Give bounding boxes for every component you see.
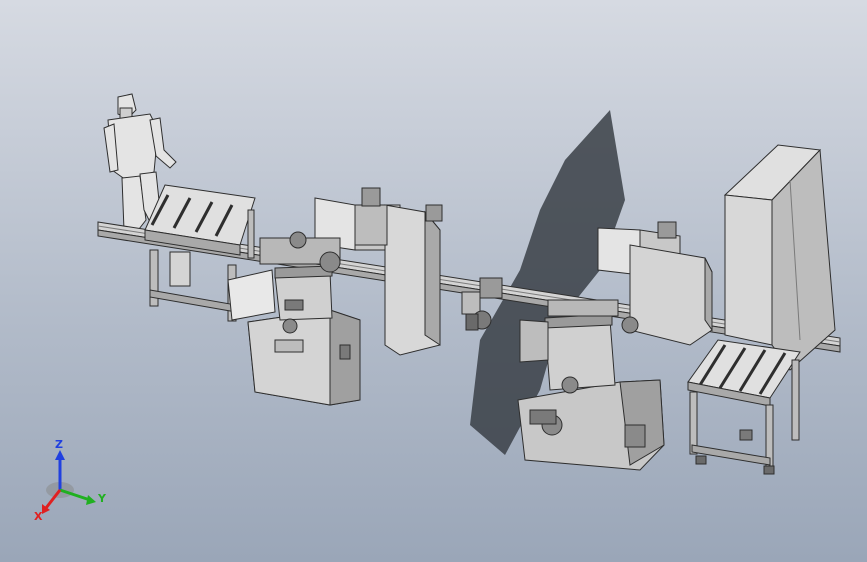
z-axis-label: Z [55, 440, 63, 451]
orientation-triad[interactable]: Z Y X [30, 440, 120, 530]
z-axis-arrow-icon [55, 450, 65, 460]
y-axis-label: Y [97, 492, 107, 505]
3d-viewport[interactable]: Z Y X [0, 0, 867, 562]
left-grinding-machine[interactable] [227, 187, 443, 406]
y-axis-arrow-icon [86, 495, 96, 505]
right-unloading-table[interactable] [687, 339, 801, 475]
x-axis-label: X [34, 510, 43, 523]
electrical-cabinet[interactable] [723, 144, 836, 371]
assembly-model[interactable] [0, 0, 867, 562]
